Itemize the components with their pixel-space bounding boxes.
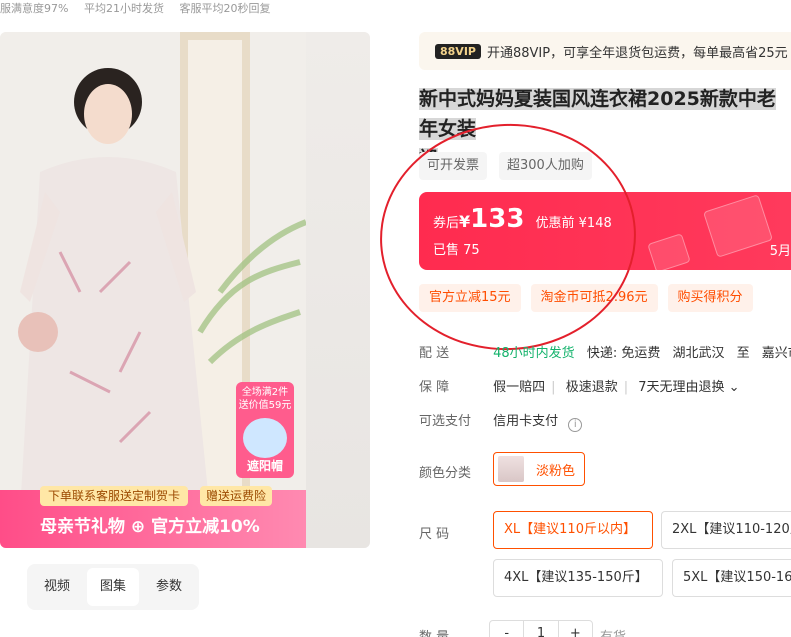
size-row: 尺 码 — [419, 523, 489, 542]
price-label: 券后 — [433, 216, 460, 231]
size-option-5xl[interactable]: 5XL【建议150-165斤】 — [672, 559, 791, 597]
price-value: 133 — [470, 204, 525, 234]
payment-label: 可选支付 — [419, 414, 472, 429]
payment-value: 信用卡支付 — [493, 414, 559, 429]
shop-stats: 服满意度97% 平均21小时发货 客服平均20秒回复 — [0, 0, 282, 14]
size-option-xl[interactable]: XL【建议110斤以内】 — [493, 511, 653, 549]
delivery-row: 配 送 48小时内发货 快递: 免运费 湖北武汉 至 嘉兴市 — [419, 342, 791, 361]
quantity-label: 数 量 — [419, 626, 489, 637]
price-before-discount: 优惠前 ¥148 — [535, 216, 612, 231]
product-main-image[interactable]: 全场满2件 送价值59元 遮阳帽 下单联系客服送定制贺卡 赠送运费险 母亲节礼物… — [0, 32, 306, 548]
stat-shipping: 平均21小时发货 — [83, 2, 164, 14]
vip-text: 开通88VIP，可享全年退货包运费，每单最高省25元 — [486, 45, 788, 61]
tab-gallery[interactable]: 图集 — [87, 568, 139, 606]
tab-params[interactable]: 参数 — [143, 568, 195, 606]
ribbon-note-card: 下单联系客服送定制贺卡 — [40, 486, 189, 506]
ribbon-note-insurance: 赠送运费险 — [200, 486, 273, 506]
delivery-to-label: 至 — [736, 346, 750, 361]
size-option-2xl[interactable]: 2XL【建议110-120斤】 — [661, 511, 791, 549]
color-option-pink[interactable]: 淡粉色 — [493, 452, 585, 486]
delivery-label: 配 送 — [419, 346, 450, 361]
coupon-list: 官方立减15元 淘金币可抵2.96元 购买得积分 — [419, 284, 753, 312]
badge-label: 遮阳帽 — [246, 459, 283, 473]
payment-row: 可选支付 信用卡支付 i — [419, 410, 583, 432]
guarantee-fake: 假一赔四 — [493, 380, 546, 395]
promo-badge: 全场满2件 送价值59元 遮阳帽 — [236, 382, 294, 478]
stat-satisfaction: 服满意度97% — [0, 2, 69, 14]
color-row: 颜色分类 — [419, 462, 489, 481]
promo-ribbon: 下单联系客服送定制贺卡 赠送运费险 母亲节礼物 ⊕ 官方立减10% — [0, 486, 306, 548]
color-option-label: 淡粉色 — [536, 463, 576, 479]
gift-decoration — [703, 194, 773, 258]
price-date: 5月 — [769, 244, 791, 259]
secondary-image[interactable] — [306, 32, 370, 548]
product-tags: 可开发票 超300人加购 — [419, 152, 592, 180]
guarantee-refund: 极速退款 — [565, 380, 618, 395]
guarantee-label: 保 障 — [419, 380, 450, 395]
stat-service: 客服平均20秒回复 — [179, 2, 271, 14]
coupon-taojinbi[interactable]: 淘金币可抵2.96元 — [530, 284, 658, 312]
gift-decoration-small — [647, 233, 691, 270]
delivery-to[interactable]: 嘉兴市 — [762, 346, 791, 361]
badge-line2: 送价值59元 — [238, 400, 292, 411]
size-option-4xl[interactable]: 4XL【建议135-150斤】 — [493, 559, 663, 597]
tab-video[interactable]: 视频 — [31, 568, 83, 606]
quantity-input[interactable]: 1 — [523, 621, 559, 637]
hat-image — [243, 418, 287, 458]
tag-invoice: 可开发票 — [419, 152, 488, 180]
info-icon[interactable]: i — [568, 418, 583, 432]
color-label: 颜色分类 — [419, 466, 472, 481]
product-gallery[interactable]: 全场满2件 送价值59元 遮阳帽 下单联系客服送定制贺卡 赠送运费险 母亲节礼物… — [0, 32, 370, 548]
price-row: 券后¥133 优惠前 ¥148 — [433, 204, 612, 234]
delivery-time: 48小时内发货 — [493, 346, 575, 361]
delivery-from: 湖北武汉 — [672, 346, 725, 361]
quantity-row: 数 量 — [419, 626, 489, 637]
vip-banner[interactable]: 88VIP 开通88VIP，可享全年退货包运费，每单最高省25元 — [419, 32, 791, 70]
badge-line1: 全场满2件 — [241, 387, 289, 398]
product-title-line1: 新中式妈妈夏装国风连衣裙2025新款中老年女装 — [419, 88, 776, 140]
sold-count: 已售 75 — [433, 243, 480, 258]
ribbon-headline: 母亲节礼物 ⊕ 官方立减10% — [40, 517, 260, 537]
stock-status: 有货 — [600, 626, 626, 637]
delivery-express: 快递: 免运费 — [586, 346, 661, 361]
guarantee-row: 保 障 假一赔四 | 极速退款 | 7天无理由退换 ⌄ — [419, 376, 740, 395]
guarantee-return[interactable]: 7天无理由退换 — [638, 380, 724, 395]
gallery-tabs: 视频 图集 参数 — [27, 564, 199, 610]
size-label: 尺 码 — [419, 527, 450, 542]
quantity-plus-button[interactable]: + — [559, 621, 592, 637]
quantity-minus-button[interactable]: - — [490, 621, 523, 637]
price-currency: ¥ — [459, 212, 471, 231]
price-box: 券后¥133 优惠前 ¥148 已售 75 5月 — [419, 192, 791, 270]
tag-cart-count: 超300人加购 — [499, 152, 592, 180]
coupon-official-discount[interactable]: 官方立减15元 — [419, 284, 521, 312]
chevron-down-icon[interactable]: ⌄ — [729, 380, 740, 395]
color-swatch — [498, 456, 524, 482]
quantity-stepper: - 1 + — [489, 620, 593, 637]
vip-badge: 88VIP — [435, 43, 481, 59]
coupon-points[interactable]: 购买得积分 — [667, 284, 753, 312]
